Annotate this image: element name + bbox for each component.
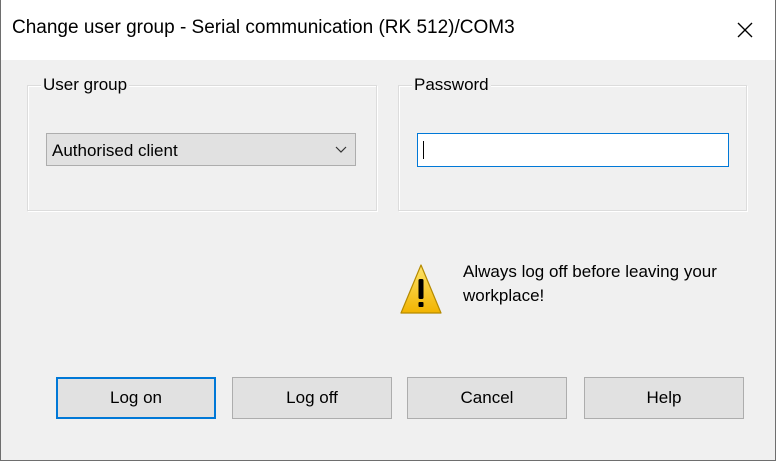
password-input[interactable] — [417, 133, 729, 167]
user-group-label: User group — [41, 75, 130, 95]
log-on-button[interactable]: Log on — [56, 377, 216, 419]
warning-icon — [400, 264, 442, 314]
user-group-select[interactable]: Authorised client — [46, 133, 356, 166]
user-group-box: User group Authorised client — [27, 75, 377, 211]
cancel-button[interactable]: Cancel — [407, 377, 567, 419]
change-user-group-dialog: Change user group - Serial communication… — [0, 0, 776, 461]
password-box: Password — [398, 75, 747, 211]
title-bar: Change user group - Serial communication… — [1, 0, 775, 60]
text-caret — [423, 141, 424, 159]
help-button[interactable]: Help — [584, 377, 744, 419]
warning-message: Always log off before leaving your workp… — [463, 262, 717, 305]
window-title: Change user group - Serial communication… — [12, 17, 515, 38]
close-icon — [737, 22, 753, 38]
chevron-down-icon — [335, 146, 347, 153]
log-off-button[interactable]: Log off — [232, 377, 392, 419]
password-label: Password — [412, 75, 491, 95]
user-group-selected-value: Authorised client — [52, 141, 178, 160]
close-button[interactable] — [715, 0, 775, 60]
